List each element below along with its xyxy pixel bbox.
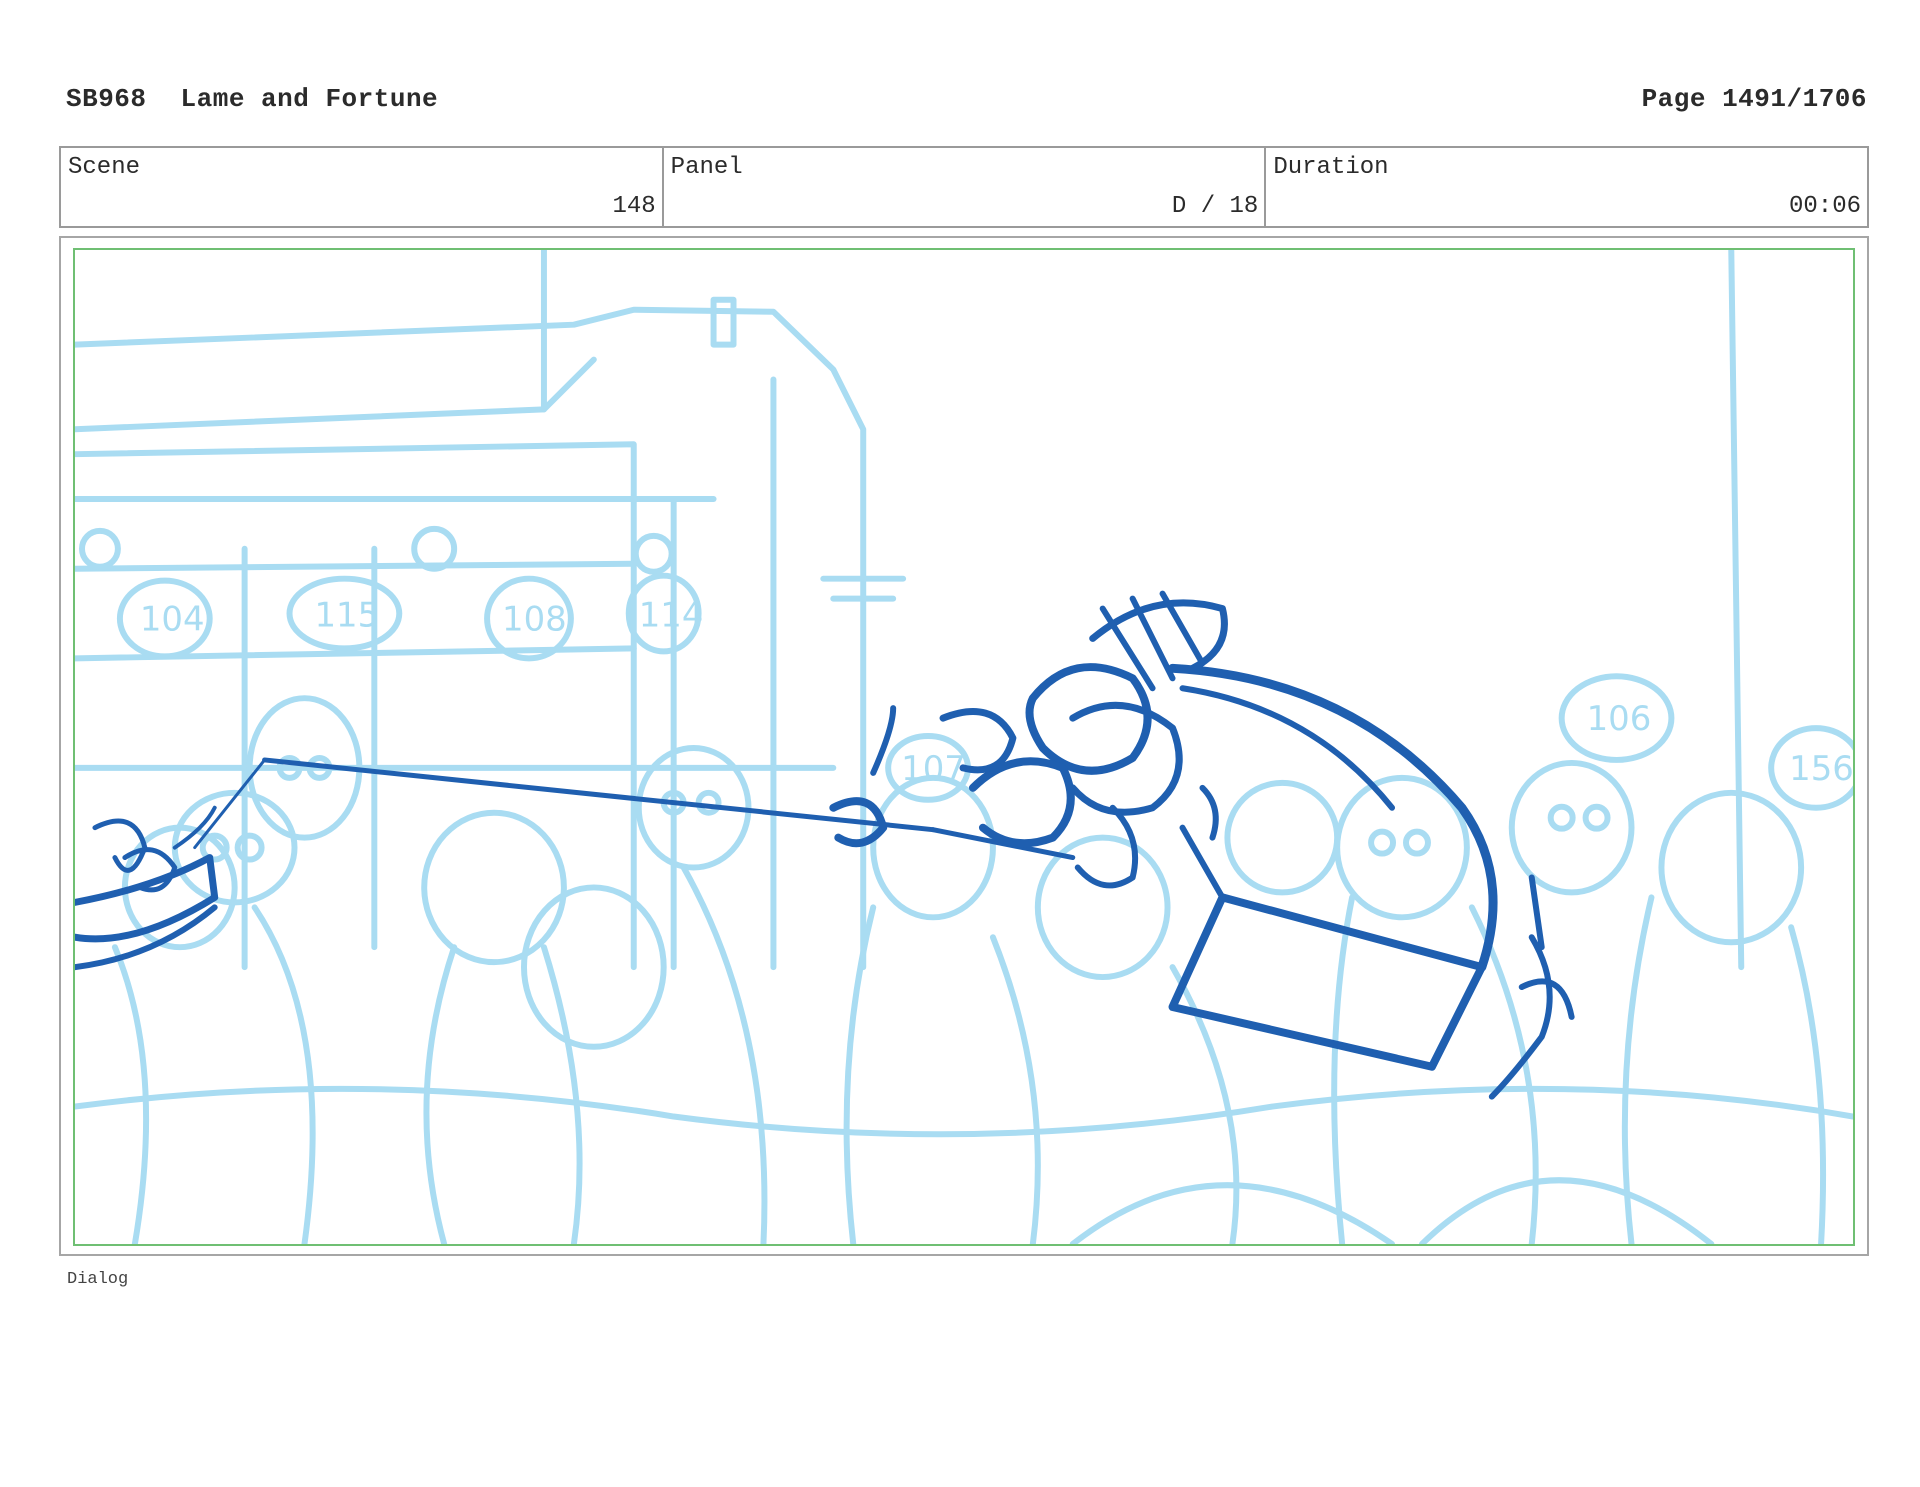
- page-header: SB968 Lame and Fortune Page 1491/1706: [66, 84, 1867, 118]
- scene-value: 148: [612, 193, 656, 220]
- panel-cell: Panel D / 18: [664, 148, 1267, 226]
- storyboard-sketch: 104 115 108 114 107 106 156: [73, 248, 1855, 1246]
- episode-title: Lame and Fortune: [180, 84, 439, 114]
- panel-label: Panel: [670, 154, 743, 181]
- duration-value: 00:06: [1789, 193, 1862, 220]
- panel-value: D / 18: [1171, 193, 1259, 220]
- crowd-number-label: 107: [901, 749, 966, 788]
- page-number: Page 1491/1706: [1641, 84, 1867, 114]
- duration-label: Duration: [1273, 154, 1389, 181]
- crowd-number-label: 114: [639, 596, 704, 635]
- duration-cell: Duration 00:06: [1266, 148, 1867, 226]
- header-left: SB968 Lame and Fortune: [66, 84, 438, 114]
- scene-cell: Scene 148: [61, 148, 664, 226]
- storyboard-code: SB968: [66, 84, 147, 114]
- dialog-label: Dialog: [67, 1270, 129, 1289]
- crowd-number-label: 104: [140, 599, 205, 638]
- crowd-number-label: 156: [1789, 749, 1853, 788]
- scene-label: Scene: [68, 154, 141, 181]
- background-sketch: [75, 250, 1853, 1244]
- panel-frame: 104 115 108 114 107 106 156: [59, 236, 1869, 1256]
- crowd-number-label: 108: [502, 599, 567, 638]
- sketch-drawing: 104 115 108 114 107 106 156: [75, 250, 1853, 1244]
- crowd-number-label: 115: [314, 596, 379, 635]
- crowd-number-label: 106: [1587, 699, 1652, 738]
- panel-info-table: Scene 148 Panel D / 18 Duration 00:06: [59, 146, 1869, 228]
